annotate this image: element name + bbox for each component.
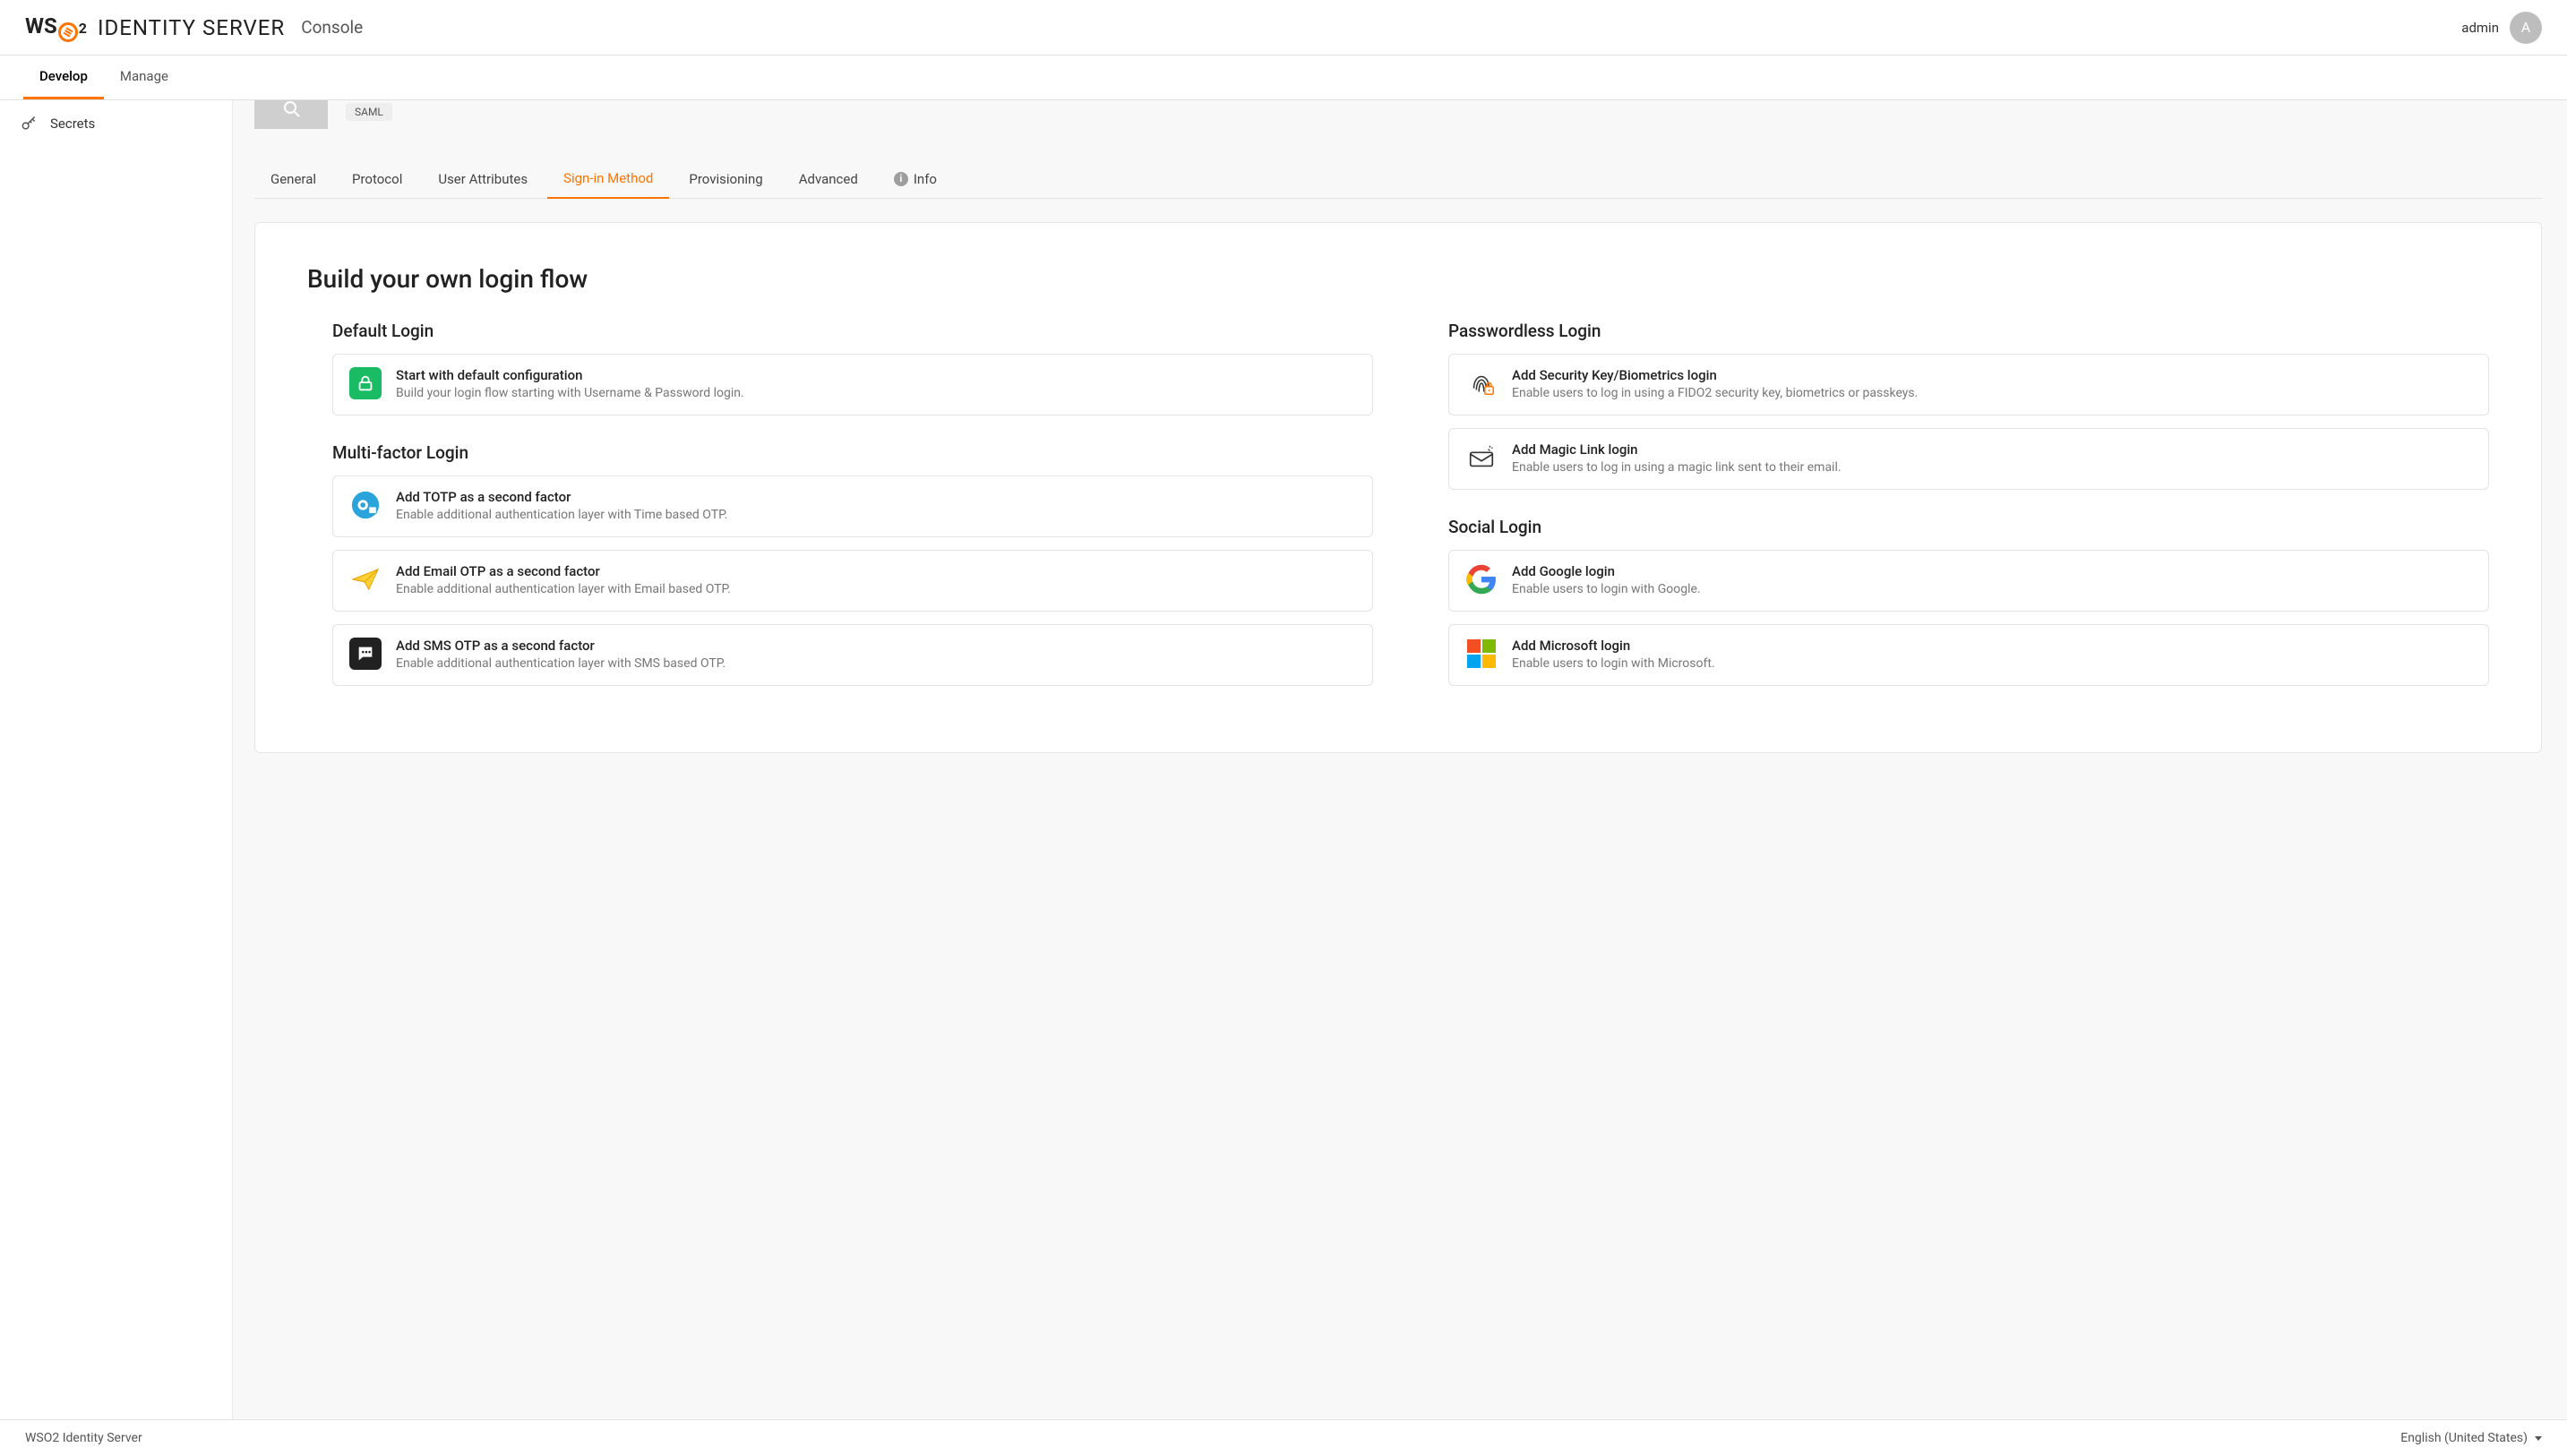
option-desc: Enable additional authentication layer w… (396, 581, 731, 598)
option-title: Add Google login (1512, 563, 1701, 579)
subtab-user-attributes[interactable]: User Attributes (422, 159, 544, 198)
app-avatar (254, 100, 328, 129)
tab-develop-label: Develop (39, 68, 88, 84)
content-scroll[interactable]: SAML General Protocol User Attributes Si… (233, 100, 2567, 1419)
option-fido[interactable]: Add Security Key/Biometrics login Enable… (1448, 354, 2489, 415)
option-title: Add Magic Link login (1512, 441, 1842, 458)
option-title: Add Security Key/Biometrics login (1512, 367, 1918, 383)
option-title: Add SMS OTP as a second factor (396, 638, 725, 654)
sidebar-item-label: Secrets (50, 116, 95, 132)
language-label: English (United States) (2400, 1431, 2528, 1445)
option-microsoft[interactable]: Add Microsoft login Enable users to logi… (1448, 624, 2489, 686)
sidebar: Secrets (0, 100, 233, 1419)
protocol-badge: SAML (346, 103, 392, 121)
section-mfa: Multi-factor Login (332, 442, 1373, 463)
subtab-provisioning[interactable]: Provisioning (673, 159, 778, 198)
signin-method-panel: Build your own login flow Default Login (254, 222, 2542, 753)
primary-nav: Develop Manage (0, 56, 2567, 100)
option-email-otp[interactable]: Add Email OTP as a second factor Enable … (332, 550, 1373, 612)
chevron-down-icon (2535, 1436, 2542, 1441)
lock-icon (349, 367, 382, 399)
google-icon (1465, 563, 1498, 595)
fingerprint-icon (1465, 367, 1498, 399)
option-magic-link[interactable]: Add Magic Link login Enable users to log… (1448, 428, 2489, 490)
option-desc: Enable users to login with Google. (1512, 581, 1701, 598)
tab-manage-label: Manage (120, 68, 168, 84)
option-title: Add TOTP as a second factor (396, 489, 727, 505)
panel-title: Build your own login flow (307, 264, 2489, 294)
sidebar-item-secrets[interactable]: Secrets (0, 106, 232, 141)
option-desc: Enable users to login with Microsoft. (1512, 655, 1715, 672)
wso2-logo: WS2 (25, 13, 87, 42)
option-desc: Enable additional authentication layer w… (396, 507, 727, 524)
language-selector[interactable]: English (United States) (2400, 1431, 2542, 1445)
option-desc: Enable users to log in using a magic lin… (1512, 459, 1842, 476)
user-avatar[interactable]: A (2510, 12, 2542, 44)
option-title: Add Email OTP as a second factor (396, 563, 731, 579)
tab-develop[interactable]: Develop (23, 56, 104, 99)
option-desc: Enable users to log in using a FIDO2 sec… (1512, 385, 1918, 402)
subtab-signin-method[interactable]: Sign-in Method (547, 159, 669, 199)
app-header-row: SAML (254, 100, 2542, 129)
brand-block: WS2 IDENTITY SERVER Console (25, 13, 363, 42)
info-icon: i (894, 172, 908, 186)
product-suffix: Console (301, 17, 363, 38)
microsoft-icon (1465, 638, 1498, 670)
tab-manage[interactable]: Manage (104, 56, 185, 99)
product-name: IDENTITY SERVER (98, 15, 285, 40)
footer-product: WSO2 Identity Server (25, 1431, 142, 1445)
workspace: Secrets SAML General Protocol (0, 100, 2567, 1419)
totp-icon (349, 489, 382, 521)
sms-icon (349, 638, 382, 670)
app-footer: WSO2 Identity Server English (United Sta… (0, 1419, 2567, 1456)
option-desc: Enable additional authentication layer w… (396, 655, 725, 672)
username-label: admin (2461, 20, 2499, 36)
option-google[interactable]: Add Google login Enable users to login w… (1448, 550, 2489, 612)
section-social: Social Login (1448, 517, 2489, 537)
app-header: WS2 IDENTITY SERVER Console admin A (0, 0, 2567, 56)
section-passwordless: Passwordless Login (1448, 321, 2489, 341)
option-desc: Build your login flow starting with User… (396, 385, 744, 402)
subtab-general[interactable]: General (254, 159, 332, 198)
subtab-info[interactable]: i Info (878, 159, 953, 198)
magic-link-icon (1465, 441, 1498, 474)
option-totp[interactable]: Add TOTP as a second factor Enable addit… (332, 475, 1373, 537)
option-default-config[interactable]: Start with default configuration Build y… (332, 354, 1373, 415)
paper-plane-icon (349, 563, 382, 595)
option-title: Add Microsoft login (1512, 638, 1715, 654)
subtab-advanced[interactable]: Advanced (783, 159, 874, 198)
option-title: Start with default configuration (396, 367, 744, 383)
app-subtabs: General Protocol User Attributes Sign-in… (254, 159, 2542, 199)
key-icon (20, 115, 38, 133)
section-default-login: Default Login (332, 321, 1373, 341)
user-menu[interactable]: admin A (2461, 12, 2542, 44)
option-sms-otp[interactable]: Add SMS OTP as a second factor Enable ad… (332, 624, 1373, 686)
subtab-protocol[interactable]: Protocol (336, 159, 418, 198)
